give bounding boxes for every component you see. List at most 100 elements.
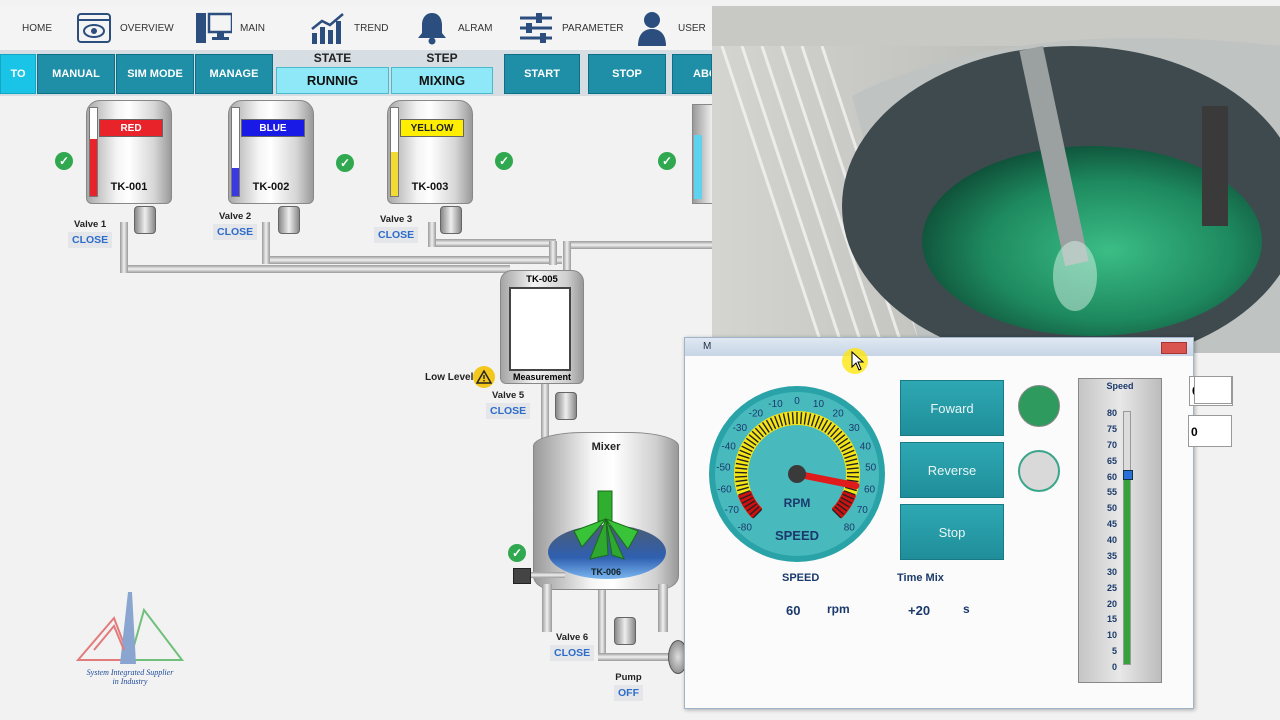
tk005-name: TK-005 xyxy=(526,274,558,285)
gauge-tick-label: -30 xyxy=(733,423,748,434)
popup-title-bar[interactable]: M xyxy=(685,338,1193,356)
nav-home[interactable]: HOME xyxy=(22,6,52,50)
pipe-measure-to-mixer xyxy=(541,384,549,440)
measurement-tank-tk005[interactable]: TK-005 Measurement xyxy=(500,270,584,384)
gauge-tick-label: -70 xyxy=(725,505,740,516)
tank-tk002[interactable]: BLUE TK-002 xyxy=(228,100,314,204)
tank-tk001[interactable]: RED TK-001 xyxy=(86,100,172,204)
trend-chart-icon xyxy=(310,10,346,46)
nav-main[interactable]: MAIN xyxy=(196,6,265,50)
nav-parameter[interactable]: PARAMETER xyxy=(518,6,624,50)
tk002-color-tag: BLUE xyxy=(241,119,305,137)
valve6-state: CLOSE xyxy=(550,645,595,661)
tank-tk003[interactable]: YELLOW TK-003 xyxy=(387,100,473,204)
gauge-tick-label: -40 xyxy=(721,442,736,453)
manage-button[interactable]: MANAGE xyxy=(195,54,273,94)
tk003-ok-check-icon: ✓ xyxy=(495,152,513,170)
speed-bar-track xyxy=(1123,411,1131,665)
speed-bar-tick-label: 20 xyxy=(1106,598,1117,609)
gauge-tick-label: -80 xyxy=(737,522,752,533)
speed-bar-tick-label: 5 xyxy=(1111,646,1117,657)
nav-trend-label: TREND xyxy=(354,22,389,34)
bell-icon xyxy=(414,10,450,46)
reverse-label: Reverse xyxy=(927,462,977,478)
popup-title: M xyxy=(703,341,712,352)
sim-mode-label: SIM MODE xyxy=(127,68,183,80)
gauge-tick-label: -10 xyxy=(768,399,783,410)
auto-mode-label: TO xyxy=(10,68,26,80)
top-navigation: HOME OVERVIEW MAIN TREND ALRAM PARAMETER xyxy=(0,6,712,50)
valve2-state: CLOSE xyxy=(213,224,258,240)
tk001-color-tag: RED xyxy=(99,119,163,137)
manage-label: MANAGE xyxy=(209,68,259,80)
start-label: START xyxy=(524,68,560,80)
nav-alarm[interactable]: ALRAM xyxy=(414,6,492,50)
valve6-body[interactable] xyxy=(614,617,636,645)
speed-bar-tick-label: 45 xyxy=(1106,519,1117,530)
side-field-2[interactable]: 0 xyxy=(1188,415,1232,447)
speed-bar-tick-label: 0 xyxy=(1111,662,1117,672)
speed-bar-thumb[interactable] xyxy=(1123,469,1133,480)
nav-overview[interactable]: OVERVIEW xyxy=(76,6,174,50)
auto-mode-button[interactable]: TO xyxy=(0,54,36,94)
tk003-color-tag: YELLOW xyxy=(400,119,464,137)
speed-bar-fill xyxy=(1124,475,1130,664)
gauge-hub xyxy=(788,465,806,483)
valve5-body[interactable] xyxy=(555,392,577,420)
mixer-leg-right xyxy=(658,584,668,632)
mixer-tank-tk006[interactable]: Mixer TK-006 xyxy=(533,432,679,590)
nav-alarm-label: ALRAM xyxy=(458,22,493,34)
speed-bar-tick-label: 60 xyxy=(1106,471,1117,482)
valve6-status: Valve 6 CLOSE xyxy=(550,632,595,661)
valve2-body[interactable] xyxy=(278,206,300,234)
gauge-tick-label: 20 xyxy=(833,408,845,419)
start-button[interactable]: START xyxy=(504,54,580,94)
nav-overview-label: OVERVIEW xyxy=(120,22,174,34)
nav-user[interactable]: USER xyxy=(634,6,706,50)
manual-button[interactable]: MANUAL xyxy=(37,54,115,94)
time-mix-unit: s xyxy=(963,602,970,616)
abort-label: ABO xyxy=(693,68,711,80)
gauge-tick-label: 50 xyxy=(865,463,877,474)
valve5-state: CLOSE xyxy=(486,403,531,419)
pipe-tk003-down xyxy=(428,222,436,247)
speed-bar-tick-label: 35 xyxy=(1106,550,1117,561)
manual-label: MANUAL xyxy=(52,68,100,80)
sliders-icon xyxy=(518,10,554,46)
valve3-body[interactable] xyxy=(440,206,462,234)
step-display: STEP MIXING xyxy=(391,50,493,96)
valve2-label: Valve 2 xyxy=(218,211,252,222)
stop-button[interactable]: STOP xyxy=(588,54,666,94)
valve5-status: Valve 5 CLOSE xyxy=(486,390,531,419)
popup-close-button[interactable] xyxy=(1161,342,1187,354)
motor-stop-button[interactable]: Stop xyxy=(900,504,1004,560)
nav-trend[interactable]: TREND xyxy=(310,6,388,50)
sim-mode-button[interactable]: SIM MODE xyxy=(116,54,194,94)
gauge-tick-label: 80 xyxy=(844,522,856,533)
pipe-tk001-down xyxy=(120,222,128,273)
speed-bar-tick-label: 15 xyxy=(1106,614,1117,625)
tank-tk004-partial[interactable] xyxy=(692,104,712,204)
speed-bar-tick-label: 65 xyxy=(1106,455,1117,466)
valve1-body[interactable] xyxy=(134,206,156,234)
gauge-minor-tick xyxy=(791,412,795,425)
pipe-mixer-out xyxy=(598,585,606,660)
abort-button[interactable]: ABO xyxy=(672,54,712,94)
tk002-ok-check-icon: ✓ xyxy=(336,154,354,172)
reverse-button[interactable]: Reverse xyxy=(900,442,1004,498)
forward-indicator-lamp xyxy=(1018,385,1060,427)
mode-toolbar: TO MANUAL SIM MODE MANAGE STATE RUNNIG S… xyxy=(0,50,712,96)
tk001-name: TK-001 xyxy=(110,181,148,193)
gauge-tick-label: 70 xyxy=(857,505,869,516)
gauge-tick-label: 60 xyxy=(864,484,876,495)
warning-icon xyxy=(473,366,495,388)
forward-button[interactable]: Foward xyxy=(900,380,1004,436)
company-logo: System Integrated Supplier in Industry xyxy=(74,588,186,688)
speed-bar-title: Speed xyxy=(1106,381,1134,391)
speed-bar-tick-label: 70 xyxy=(1106,439,1117,450)
tk004-level-fill xyxy=(694,135,702,199)
speed-bar-panel: Speed 80 75 70 65 60 55 50 45 40 35 30 25 20 15 10 5 0 xyxy=(1078,378,1162,683)
mixer-ok-check-icon: ✓ xyxy=(508,544,526,562)
speed-bar-tick-label: 10 xyxy=(1106,630,1117,641)
time-mix-value: +20 xyxy=(908,603,931,618)
